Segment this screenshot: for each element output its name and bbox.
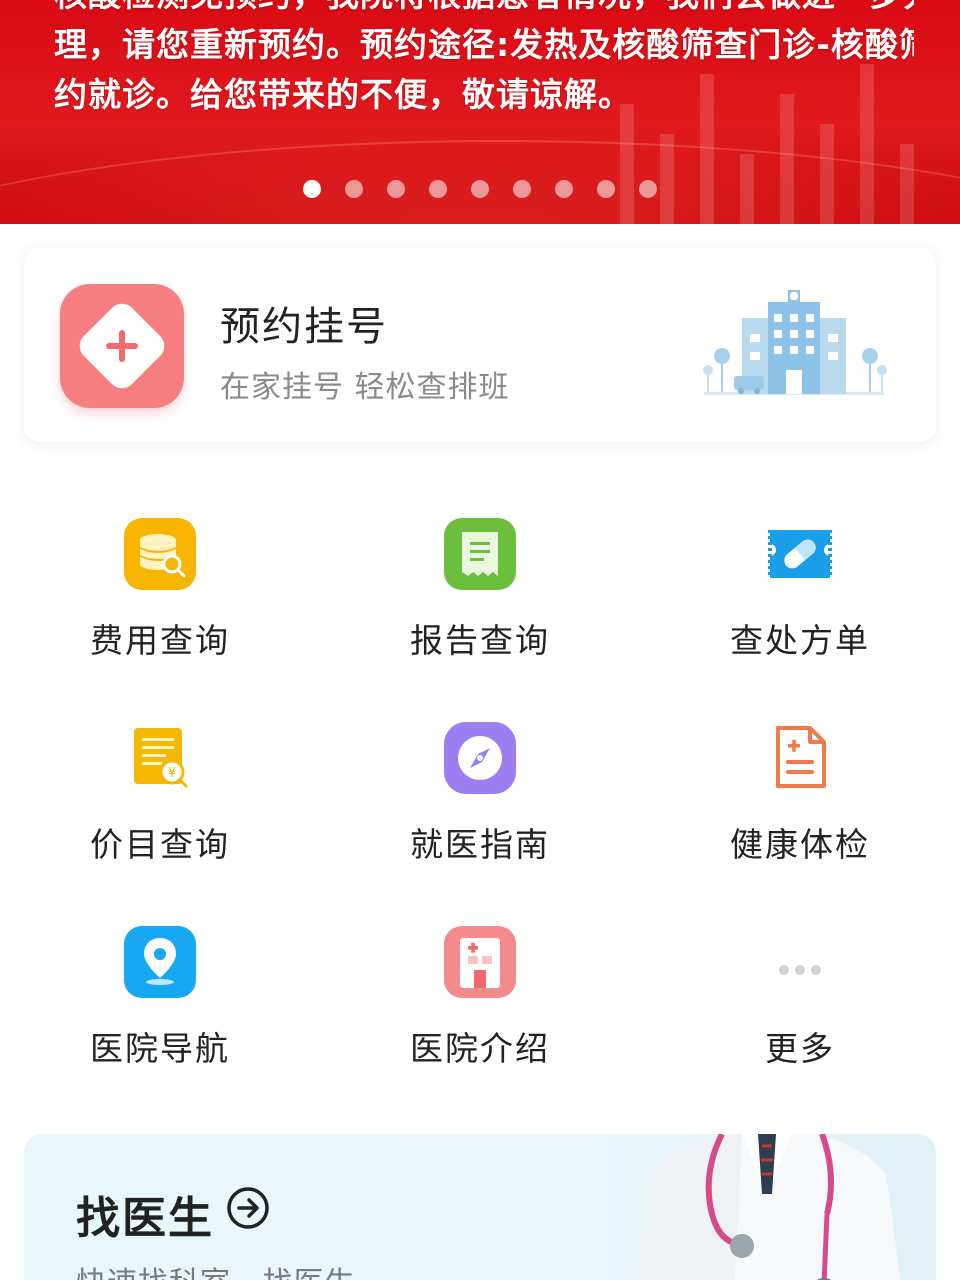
report-document-icon (444, 518, 516, 590)
announcement-banner[interactable]: 核酸检测免预约，我院将根据患者情况，我们会做进一步处 理，请您重新预约。预约途径… (0, 0, 960, 224)
banner-line: 核酸检测免预约，我院将根据患者情况，我们会做进一步处 (54, 0, 914, 20)
carousel-dot[interactable] (597, 180, 615, 198)
app-page: 核酸检测免预约，我院将根据患者情况，我们会做进一步处 理，请您重新预约。预约途径… (0, 0, 960, 1280)
find-doctor-title: 找医生 (76, 1193, 214, 1244)
service-label: 就医指南 (410, 825, 550, 864)
pill-ticket-icon (768, 530, 832, 578)
appointment-subtitle: 在家挂号 轻松查排班 (220, 370, 510, 405)
carousel-dot[interactable] (429, 180, 447, 198)
doctor-illustration (637, 1134, 901, 1280)
svg-text:¥: ¥ (168, 766, 176, 781)
hospital-building-illustration (703, 290, 887, 395)
carousel-dot[interactable] (555, 180, 573, 198)
service-label: 查处方单 (730, 621, 870, 660)
coin-stack-search-icon (124, 518, 196, 590)
service-label: 医院介绍 (410, 1029, 550, 1068)
carousel-dot[interactable] (345, 180, 363, 198)
carousel-indicators (0, 180, 960, 198)
plus-diamond-icon (60, 284, 184, 408)
service-hospital-intro[interactable]: 医院介绍 (320, 916, 640, 1086)
service-fee-query[interactable]: 费用查询 (0, 508, 320, 678)
service-prescription-query[interactable]: 查处方单 (640, 508, 960, 678)
price-list-icon: ¥ (134, 728, 188, 788)
appointment-card[interactable]: 预约挂号 在家挂号 轻松查排班 (24, 248, 936, 442)
carousel-dot[interactable] (471, 180, 489, 198)
service-hospital-navigation[interactable]: 医院导航 (0, 916, 320, 1086)
banner-line: 理，请您重新预约。预约途径:发热及核酸筛查门诊-核酸筛查预 (54, 25, 914, 64)
banner-text: 核酸检测免预约，我院将根据患者情况，我们会做进一步处 理，请您重新预约。预约途径… (54, 0, 914, 120)
find-doctor-subtitle: 快速找科室 找医生 (76, 1258, 356, 1280)
service-label: 更多 (765, 1029, 835, 1068)
compass-icon (444, 722, 516, 794)
find-doctor-card[interactable]: 找医生 快速找科室 找医生 (24, 1134, 936, 1280)
banner-line: 约就诊。给您带来的不便，敬请谅解。 (54, 75, 632, 114)
location-pin-icon (124, 926, 196, 998)
service-more[interactable]: 更多 (640, 916, 960, 1086)
medical-report-icon (776, 726, 826, 788)
carousel-dot[interactable] (639, 180, 657, 198)
service-label: 健康体检 (730, 825, 870, 864)
service-label: 费用查询 (90, 621, 230, 660)
arrow-right-circle-icon[interactable] (226, 1186, 270, 1230)
service-label: 价目查询 (90, 825, 230, 864)
service-label: 医院导航 (90, 1029, 230, 1068)
service-price-query[interactable]: ¥ 价目查询 (0, 712, 320, 882)
service-health-checkup[interactable]: 健康体检 (640, 712, 960, 882)
service-report-query[interactable]: 报告查询 (320, 508, 640, 678)
more-dots-icon (779, 965, 821, 975)
appointment-title: 预约挂号 (220, 304, 388, 350)
hospital-building-icon (444, 926, 516, 998)
carousel-dot[interactable] (303, 180, 321, 198)
carousel-dot[interactable] (513, 180, 531, 198)
service-label: 报告查询 (410, 621, 550, 660)
carousel-dot[interactable] (387, 180, 405, 198)
service-medical-guide[interactable]: 就医指南 (320, 712, 640, 882)
